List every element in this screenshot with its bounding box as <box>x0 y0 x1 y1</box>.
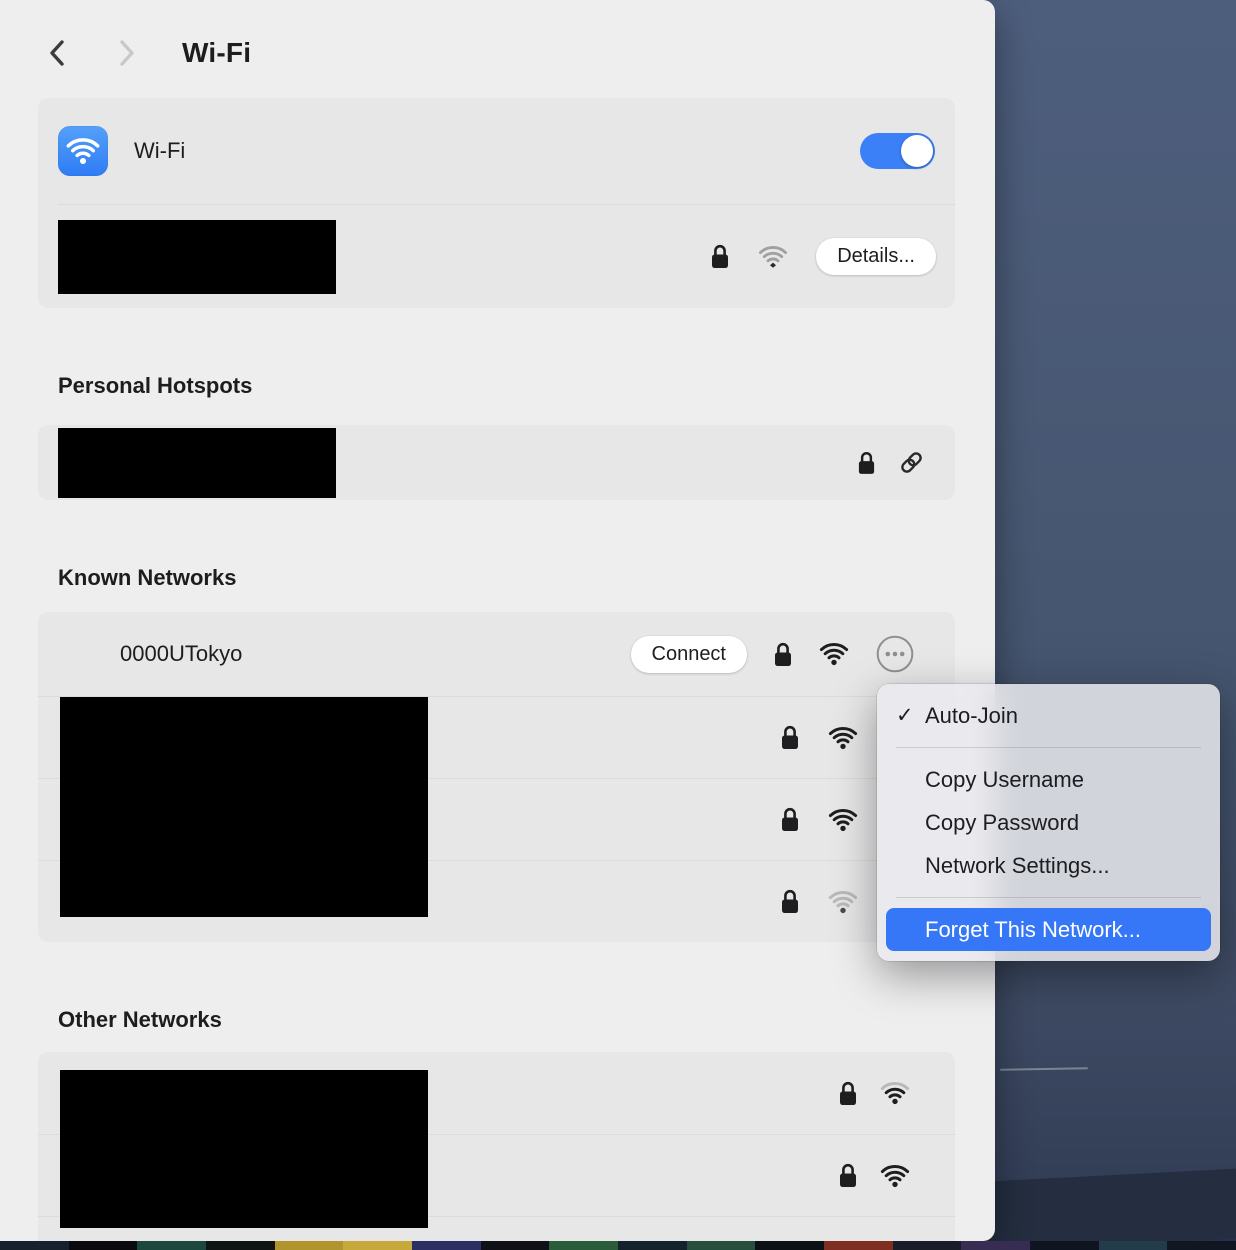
menu-item-label: Auto-Join <box>925 703 1018 729</box>
connected-network-row[interactable]: Details... <box>38 205 955 308</box>
menu-item-label: Copy Password <box>925 810 1079 836</box>
personal-hotspots-heading: Personal Hotspots <box>58 372 995 400</box>
wifi-signal-icon <box>880 1081 910 1105</box>
chevron-left-icon <box>46 38 68 68</box>
wifi-signal-icon <box>819 642 849 666</box>
dock-strip <box>0 1241 1236 1250</box>
menu-item-label: Forget This Network... <box>925 917 1141 943</box>
menu-separator <box>896 897 1201 898</box>
lock-icon <box>773 641 793 668</box>
back-button[interactable] <box>42 36 72 70</box>
menu-item-auto-join[interactable]: ✓ Auto-Join <box>886 694 1211 737</box>
wifi-settings-panel: Wi-Fi Wi-Fi <box>0 0 995 1241</box>
page-title: Wi-Fi <box>182 37 251 69</box>
lock-icon <box>857 450 876 476</box>
lock-icon <box>780 724 800 751</box>
personal-hotspot-row[interactable] <box>38 425 955 500</box>
other-networks-card <box>38 1052 955 1241</box>
connected-row-controls: Details... <box>710 238 936 275</box>
header: Wi-Fi <box>0 0 995 76</box>
lock-icon <box>838 1080 858 1107</box>
known-network-row-utokyo[interactable]: 0000UTokyo Connect <box>38 612 955 696</box>
menu-item-copy-username[interactable]: Copy Username <box>886 758 1211 801</box>
details-button[interactable]: Details... <box>816 238 936 275</box>
menu-item-copy-password[interactable]: Copy Password <box>886 801 1211 844</box>
connect-button[interactable]: Connect <box>631 636 748 673</box>
menu-item-label: Network Settings... <box>925 853 1110 879</box>
toggle-knob <box>901 135 933 167</box>
lock-icon <box>710 243 730 270</box>
wifi-toggle-card: Wi-Fi Details... <box>38 98 955 308</box>
wifi-signal-icon <box>758 245 788 269</box>
wifi-signal-icon <box>828 726 858 750</box>
redacted-hotspot-name <box>58 428 336 498</box>
checkmark-icon: ✓ <box>896 703 925 728</box>
chevron-right-icon <box>116 38 138 68</box>
menu-item-label: Copy Username <box>925 767 1084 793</box>
network-context-menu: ✓ Auto-Join Copy Username Copy Password … <box>877 684 1220 961</box>
wifi-app-icon <box>58 126 108 176</box>
link-icon <box>898 449 925 476</box>
lock-icon <box>780 888 800 915</box>
wifi-signal-icon <box>880 1164 910 1188</box>
wallpaper-dark-band <box>980 1169 1236 1250</box>
known-networks-heading: Known Networks <box>58 564 995 592</box>
wifi-toggle[interactable] <box>860 133 935 169</box>
wifi-label: Wi-Fi <box>134 138 185 164</box>
hotspot-row-icons <box>857 449 925 476</box>
menu-item-forget-this-network[interactable]: Forget This Network... <box>886 908 1211 951</box>
network-row-controls: Connect <box>631 634 916 674</box>
wallpaper-scratch-line <box>1000 1067 1088 1071</box>
menu-item-network-settings[interactable]: Network Settings... <box>886 844 1211 887</box>
redacted-network-names <box>60 1070 428 1228</box>
menu-separator <box>896 747 1201 748</box>
other-networks-heading: Other Networks <box>58 1006 995 1034</box>
forward-button[interactable] <box>112 36 142 70</box>
lock-icon <box>780 806 800 833</box>
redacted-network-name <box>58 220 336 294</box>
lock-icon <box>838 1162 858 1189</box>
wifi-toggle-row: Wi-Fi <box>38 98 955 204</box>
redacted-network-names <box>60 697 428 917</box>
wifi-signal-icon <box>828 808 858 832</box>
network-name: 0000UTokyo <box>120 641 242 667</box>
more-options-button[interactable] <box>875 634 915 674</box>
known-networks-card: 0000UTokyo Connect <box>38 612 955 942</box>
wifi-signal-icon <box>828 890 858 914</box>
